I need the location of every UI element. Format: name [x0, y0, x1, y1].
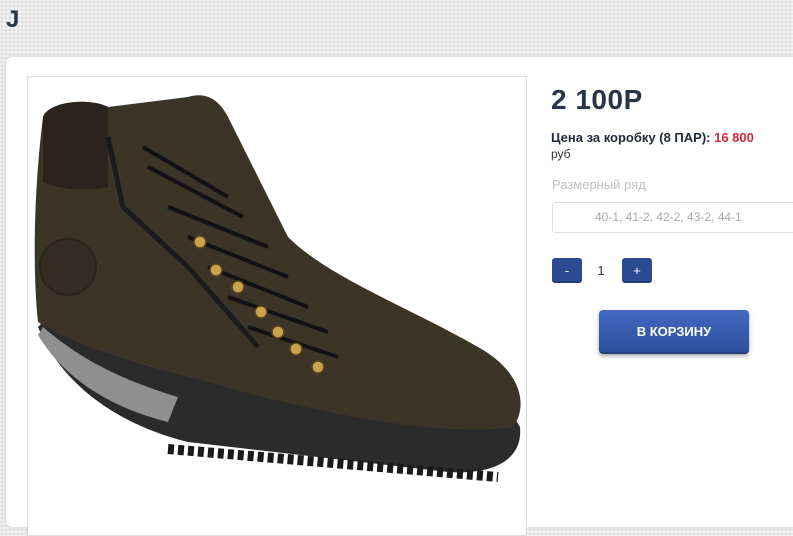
quantity-decrease-button[interactable]: -: [552, 258, 582, 283]
quantity-increase-button[interactable]: +: [622, 258, 652, 283]
size-range-label: Размерный ряд: [552, 177, 646, 192]
box-price: Цена за коробку (8 ПАР): 16 800 руб: [551, 130, 754, 162]
size-range-field[interactable]: 40-1, 41-2, 42-2, 43-2, 44-1: [552, 202, 793, 233]
box-price-label: Цена за коробку (8 ПАР):: [551, 130, 711, 145]
boot-photo-icon: [34, 95, 521, 482]
add-to-cart-button[interactable]: В КОРЗИНУ: [599, 310, 749, 354]
box-price-value: 16 800: [714, 130, 754, 145]
quantity-input[interactable]: 1: [590, 258, 612, 283]
box-price-currency: руб: [551, 147, 571, 161]
product-price: 2 100Р: [551, 84, 643, 115]
site-logo-letter[interactable]: J: [6, 6, 19, 34]
product-image[interactable]: [27, 76, 527, 536]
